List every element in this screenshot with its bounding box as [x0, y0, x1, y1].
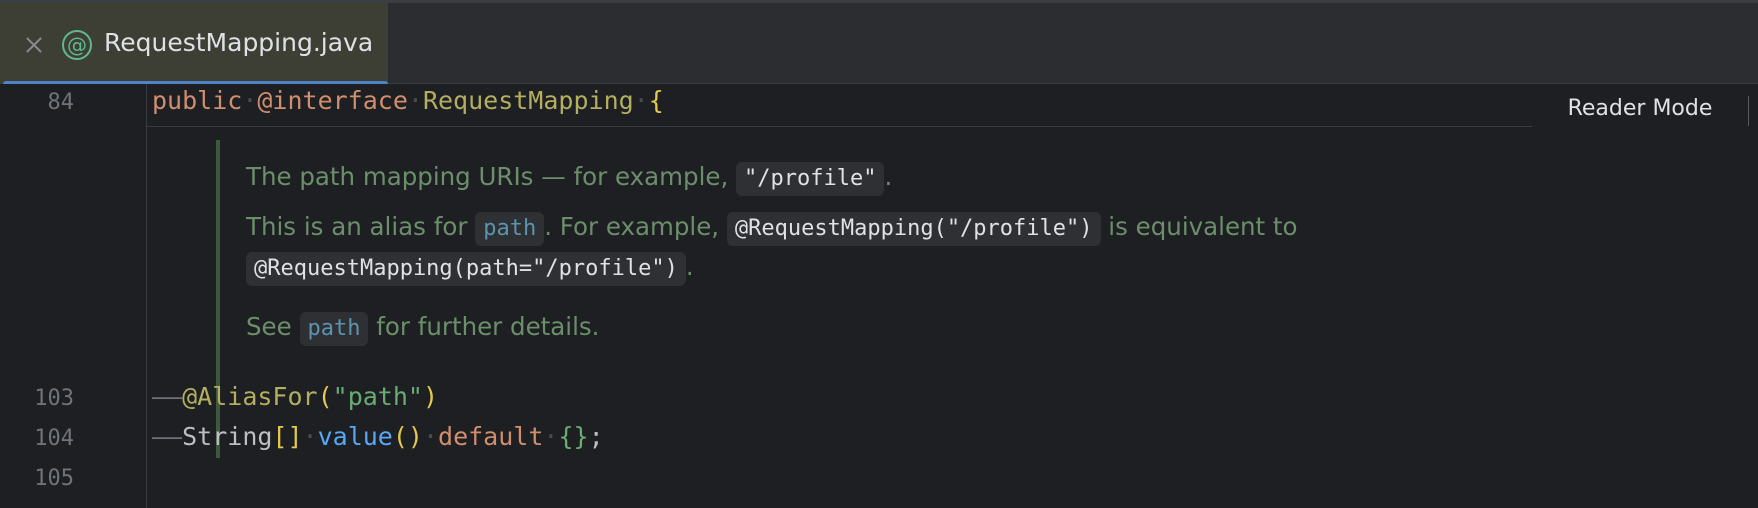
tab-requestmapping[interactable]: @ RequestMapping.java — [0, 3, 388, 87]
doc-paragraph-3: See path for further details. — [246, 312, 599, 346]
close-icon[interactable] — [22, 33, 46, 57]
annotation-icon: @ — [62, 30, 92, 60]
keyword-default: default — [438, 422, 544, 451]
type-name: String — [182, 422, 273, 451]
scrollbar-edge — [1748, 96, 1749, 126]
line-number-105: 105 — [34, 466, 74, 491]
keyword-interface: @interface — [257, 86, 408, 115]
gutter-divider — [146, 84, 147, 508]
inline-code: @RequestMapping("/profile") — [726, 212, 1101, 246]
doc-paragraph-1: The path mapping URIs — for example, "/p… — [246, 162, 892, 196]
annotation: @AliasFor — [182, 382, 318, 411]
method-name: value — [317, 422, 393, 451]
doc-paragraph-2: This is an alias for path. For example, … — [246, 212, 1298, 246]
tab-label: RequestMapping.java — [104, 28, 374, 57]
line-number-104: 104 — [34, 426, 74, 451]
reader-mode-button[interactable]: Reader Mode — [1540, 92, 1740, 126]
open-brace: { — [648, 86, 664, 115]
code-line-104[interactable]: ——String[]·value()·default·{}; — [152, 422, 604, 451]
string-literal: "path" — [332, 382, 423, 411]
code-line-103[interactable]: ——@AliasFor("path") — [152, 382, 438, 411]
doc-link-path[interactable]: path — [475, 212, 545, 246]
inline-code: @RequestMapping(path="/profile") — [246, 252, 686, 286]
line-number-103: 103 — [34, 386, 74, 411]
indent-guide: —— — [152, 382, 183, 411]
inline-code: "/profile" — [736, 162, 885, 196]
indent-guide: —— — [152, 422, 183, 451]
doc-paragraph-2-cont: @RequestMapping(path="/profile"). — [246, 252, 694, 286]
code-editor[interactable]: Reader Mode 84 public·@interface·Request… — [0, 84, 1758, 508]
class-name: RequestMapping — [422, 86, 634, 115]
line-number-84: 84 — [47, 90, 75, 115]
line-separator — [146, 126, 1532, 127]
code-line-84[interactable]: public·@interface·RequestMapping·{ — [152, 86, 664, 115]
doc-link-path[interactable]: path — [299, 312, 369, 346]
keyword-public: public — [152, 86, 243, 115]
editor-tab-bar: @ RequestMapping.java — [0, 0, 1758, 87]
